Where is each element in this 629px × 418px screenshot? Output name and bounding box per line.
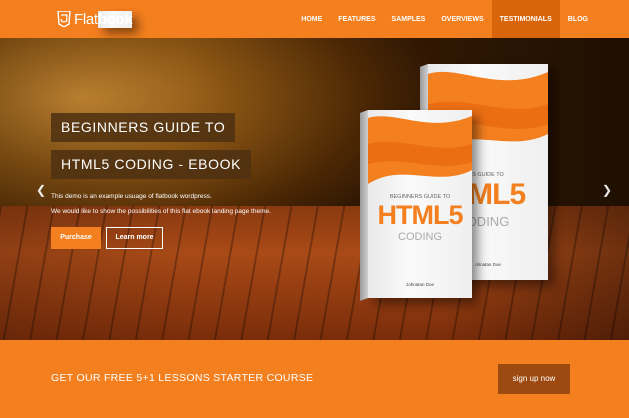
logo-text-book: book bbox=[97, 10, 133, 28]
front-book-coding: CODING bbox=[398, 231, 442, 243]
nav-features[interactable]: FEATURES bbox=[330, 0, 383, 38]
cta-text: GET OUR FREE 5+1 LESSONS STARTER COURSE bbox=[51, 372, 314, 384]
hero-title-line2: HTML5 CODING - EBOOK bbox=[51, 150, 252, 179]
main-nav: HOME FEATURES SAMPLES OVERVIEWS TESTIMON… bbox=[293, 0, 596, 38]
front-book-html5: HTML5 bbox=[377, 200, 464, 230]
cta-bar: GET OUR FREE 5+1 LESSONS STARTER COURSE … bbox=[0, 340, 629, 418]
hero-title-line1: BEGINNERS GUIDE TO bbox=[51, 113, 236, 142]
learn-more-button[interactable]: Learn more bbox=[106, 227, 163, 249]
logo[interactable]: Flat book bbox=[57, 10, 133, 28]
nav-testimonials[interactable]: TESTIMONIALS bbox=[491, 0, 560, 38]
hero-description-line1: This demo is an example usuage of flatbo… bbox=[51, 193, 212, 200]
site-header: Flat book HOME FEATURES SAMPLES OVERVIEWS… bbox=[0, 0, 629, 38]
book-cover-front: BEGINNERS GUIDE TO HTML5 CODING Johnatan… bbox=[360, 110, 472, 301]
sign-up-button[interactable]: sign up now bbox=[498, 364, 570, 394]
nav-blog[interactable]: BLOG bbox=[560, 0, 596, 38]
chevron-left-icon[interactable]: ❮ bbox=[36, 183, 46, 197]
hero-slider: BEGINNERS GUIDE TO HTML5 CODING - EBOOK … bbox=[0, 38, 629, 340]
book-spine bbox=[360, 110, 368, 301]
purchase-button[interactable]: Purchase bbox=[51, 227, 101, 249]
html5-shield-icon bbox=[57, 11, 71, 27]
hero-description-line2: We would like to show the possibilities … bbox=[51, 208, 271, 215]
nav-samples[interactable]: SAMPLES bbox=[384, 0, 434, 38]
logo-text: Flat book bbox=[74, 10, 133, 28]
logo-text-flat: Flat bbox=[74, 10, 98, 28]
nav-home[interactable]: HOME bbox=[293, 0, 330, 38]
chevron-right-icon[interactable]: ❯ bbox=[602, 183, 612, 197]
nav-overviews[interactable]: OVERVIEWS bbox=[433, 0, 491, 38]
front-book-author: Johnatan Doe bbox=[405, 282, 435, 287]
